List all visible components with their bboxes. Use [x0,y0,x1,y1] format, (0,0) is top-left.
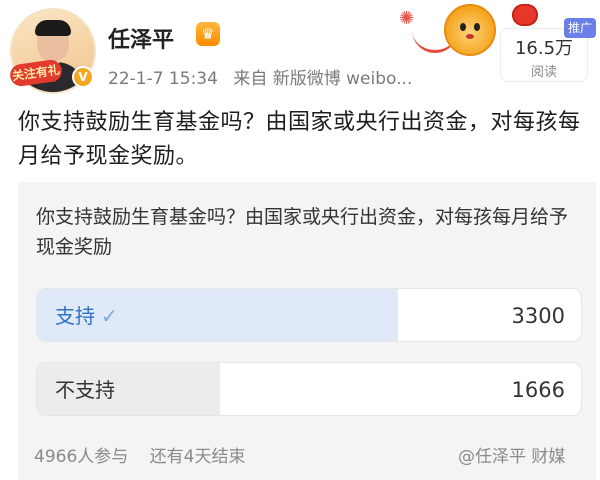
views-label: 阅读 [530,65,557,80]
post-source[interactable]: 来自 新版微博 weibo... [233,69,412,89]
poll-footer: 4966人参与 还有4天结束 [34,442,262,467]
poll-option-count: 1666 [511,378,565,402]
tiger-mascot-icon [444,4,496,56]
poll-participants[interactable]: 4966人参与 [34,447,128,467]
post-meta: 22-1-7 15:34 来自 新版微博 weibo... [108,64,422,89]
promo-tag: 推广 [564,18,596,38]
poll-option-support[interactable]: 支持 ✓ 3300 [36,288,582,342]
vip-crown-icon: ♛ [196,22,220,46]
source-watermark: @任泽平 财媒 [458,447,566,467]
tiger-nose [466,34,474,39]
lantern-decoration-icon [512,4,538,26]
tiger-eye [474,23,480,31]
poll-option-label: 支持 ✓ [55,289,118,341]
verified-v-icon: V [72,66,94,88]
tiger-eye [460,23,466,31]
poll-question: 你支持鼓励生育基金吗？由国家或央行出资金，对每孩每月给予现金奖励 [36,206,569,258]
poll-option-text: 不支持 [55,378,115,402]
checkmark-icon: ✓ [101,304,118,328]
post-time: 22-1-7 15:34 [108,69,218,89]
author-name[interactable]: 任泽平 [108,22,174,54]
poll-option-label: 不支持 [55,363,115,415]
poll-option-oppose[interactable]: 不支持 1666 [36,362,582,416]
poll-option-text: 支持 [55,304,95,328]
poll-time-left: 还有4天结束 [149,447,246,467]
poll-option-count: 3300 [511,304,565,328]
post-text: 你支持鼓励生育基金吗？由国家或央行出资金，对每孩每月给予现金奖励。 [18,110,581,169]
avatar-hair [35,20,71,36]
